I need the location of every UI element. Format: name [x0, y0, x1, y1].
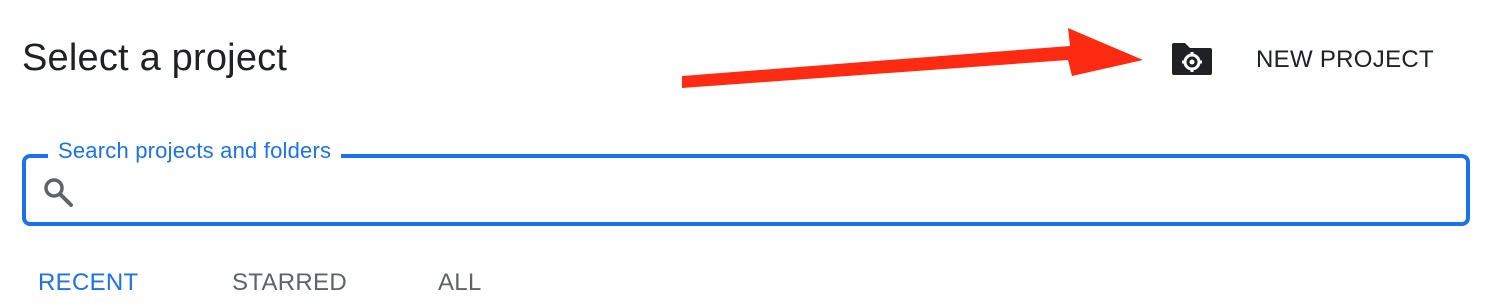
dialog-title: Select a project: [22, 37, 288, 79]
annotation-arrow-shape: [682, 28, 1143, 88]
new-project-button[interactable]: NEW PROJECT: [1158, 30, 1458, 88]
annotation-arrow: [682, 28, 1143, 88]
folder-settings-icon: [1172, 43, 1212, 75]
tab-all[interactable]: ALL: [438, 266, 482, 300]
tab-starred[interactable]: STARRED: [232, 266, 347, 300]
project-tabs: RECENT STARRED ALL: [0, 266, 1500, 306]
search-field-label: Search projects and folders: [48, 136, 342, 166]
tab-recent[interactable]: RECENT: [38, 266, 138, 300]
new-project-label: NEW PROJECT: [1256, 46, 1434, 73]
search-input[interactable]: [90, 166, 1454, 216]
search-icon: [44, 178, 73, 207]
